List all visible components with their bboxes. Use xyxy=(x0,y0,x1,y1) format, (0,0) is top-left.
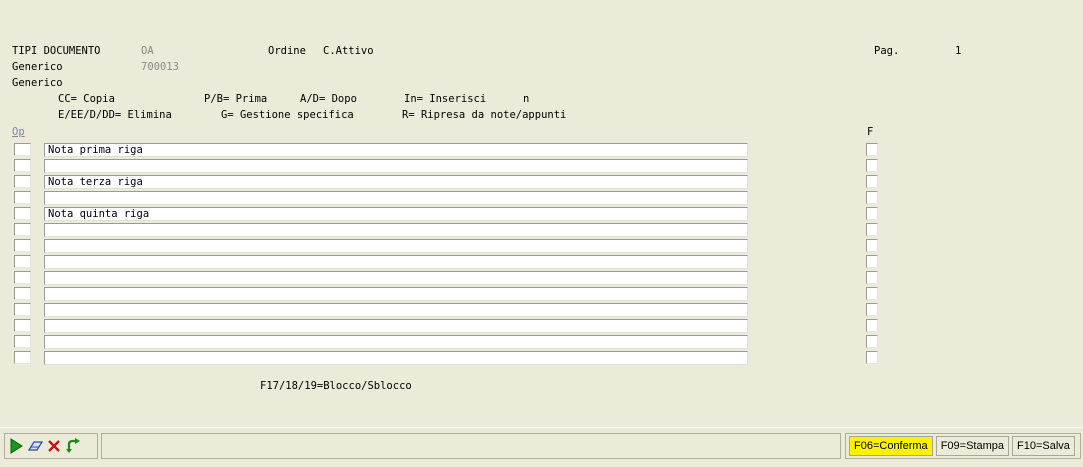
note-line-input[interactable] xyxy=(44,159,748,173)
note-line-input[interactable] xyxy=(44,303,748,317)
doc-type-code: OA xyxy=(141,45,154,57)
f-column-header: F xyxy=(867,126,874,138)
generic-label: Generico xyxy=(12,61,63,73)
op-input[interactable] xyxy=(14,159,31,172)
f-flag-input[interactable] xyxy=(866,223,878,236)
f-flag-input[interactable] xyxy=(866,335,878,348)
f-flag-input[interactable] xyxy=(866,191,878,204)
f-flag-input[interactable] xyxy=(866,287,878,300)
run-icon[interactable] xyxy=(8,438,24,454)
action-icons-group xyxy=(4,433,98,459)
f-flag-input[interactable] xyxy=(866,303,878,316)
generic-label-2: Generico xyxy=(12,77,63,89)
op-input[interactable] xyxy=(14,239,31,252)
op-column-header: Op xyxy=(12,126,25,138)
op-input[interactable] xyxy=(14,175,31,188)
generic-code: 700013 xyxy=(141,61,179,73)
op-input[interactable] xyxy=(14,319,31,332)
f-flag-input[interactable] xyxy=(866,207,878,220)
note-line-input[interactable] xyxy=(44,239,748,253)
op-input[interactable] xyxy=(14,191,31,204)
note-line-input[interactable]: Nota terza riga xyxy=(44,175,748,189)
note-line-input[interactable] xyxy=(44,191,748,205)
note-line-input[interactable] xyxy=(44,351,748,365)
page-number: 1 xyxy=(955,45,962,57)
function-key-button[interactable]: F06=Conferma xyxy=(849,436,933,456)
legend-manage: G= Gestione specifica xyxy=(221,109,354,121)
note-line-input[interactable] xyxy=(44,271,748,285)
op-input[interactable] xyxy=(14,303,31,316)
note-line-input[interactable] xyxy=(44,287,748,301)
order-value: C.Attivo xyxy=(323,45,374,57)
op-input[interactable] xyxy=(14,143,31,156)
refresh-icon[interactable] xyxy=(65,438,81,454)
note-line-input[interactable]: Nota prima riga xyxy=(44,143,748,157)
terminal-screen: TIPI DOCUMENTO OA Ordine C.Attivo Pag. 1… xyxy=(0,0,1083,425)
function-key-button[interactable]: F10=Salva xyxy=(1011,436,1075,456)
note-line-input[interactable] xyxy=(44,335,748,349)
bottom-toolbar: F06=Conferma F09=Stampa F10=Salva xyxy=(0,427,1083,467)
order-label: Ordine xyxy=(268,45,306,57)
f-flag-input[interactable] xyxy=(866,255,878,268)
function-key-button[interactable]: F09=Stampa xyxy=(935,436,1009,456)
close-icon[interactable] xyxy=(46,438,62,454)
f-flag-input[interactable] xyxy=(866,239,878,252)
f-flag-input[interactable] xyxy=(866,175,878,188)
f-flag-input[interactable] xyxy=(866,351,878,364)
note-line-input[interactable] xyxy=(44,255,748,269)
legend-after: A/D= Dopo xyxy=(300,93,357,105)
doc-type-label: TIPI DOCUMENTO xyxy=(12,45,101,57)
op-input[interactable] xyxy=(14,207,31,220)
op-input[interactable] xyxy=(14,335,31,348)
function-key-hint: F17/18/19=Blocco/Sblocco xyxy=(260,380,412,392)
legend-before: P/B= Prima xyxy=(204,93,268,105)
toolbar-spacer xyxy=(101,433,841,459)
legend-delete: E/EE/D/DD= Elimina xyxy=(58,109,172,121)
f-flag-input[interactable] xyxy=(866,319,878,332)
op-input[interactable] xyxy=(14,271,31,284)
op-input[interactable] xyxy=(14,351,31,364)
f-flag-input[interactable] xyxy=(866,159,878,172)
legend-copy: CC= Copia xyxy=(58,93,115,105)
legend-insert: In= Inserisci xyxy=(404,93,487,105)
eraser-icon[interactable] xyxy=(27,438,44,454)
op-input[interactable] xyxy=(14,223,31,236)
legend-insert-count: n xyxy=(523,93,530,105)
op-input[interactable] xyxy=(14,255,31,268)
legend-resume: R= Ripresa da note/appunti xyxy=(402,109,567,121)
f-flag-input[interactable] xyxy=(866,271,878,284)
op-input[interactable] xyxy=(14,287,31,300)
page-label: Pag. xyxy=(874,45,900,57)
note-line-input[interactable]: Nota quinta riga xyxy=(44,207,748,221)
note-line-input[interactable] xyxy=(44,319,748,333)
note-line-input[interactable] xyxy=(44,223,748,237)
f-flag-input[interactable] xyxy=(866,143,878,156)
function-keys: F06=Conferma F09=Stampa F10=Salva xyxy=(845,433,1081,459)
